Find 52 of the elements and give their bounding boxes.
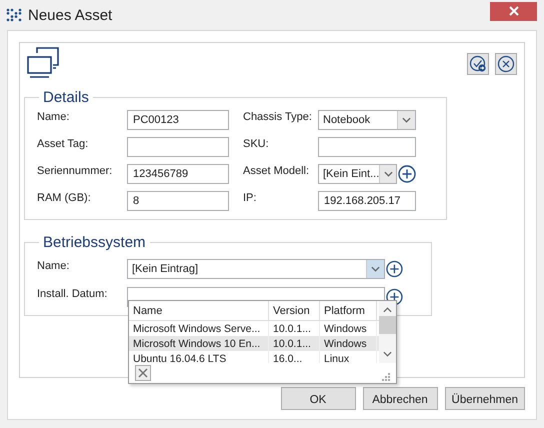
text-field[interactable]: [127, 137, 229, 157]
field-label: RAM (GB):: [37, 191, 92, 204]
field-label: Asset Tag:: [37, 137, 90, 150]
column-header[interactable]: Name: [129, 301, 269, 320]
dropdown-field[interactable]: Notebook: [318, 110, 416, 130]
monitors-icon: [27, 47, 59, 79]
chevron-down-icon[interactable]: [371, 266, 380, 272]
close-icon[interactable]: [508, 6, 518, 16]
list-row[interactable]: Microsoft Windows 10 En... 10.0.1... Windows: [129, 336, 379, 351]
text-field[interactable]: 123456789: [127, 164, 229, 184]
dropdown-field[interactable]: [Kein Eintrag]: [127, 259, 386, 279]
dropdown-field[interactable]: [Kein Eint...: [318, 164, 397, 184]
column-header[interactable]: Version: [269, 301, 320, 320]
table-cell: Linux: [320, 351, 377, 363]
text-field[interactable]: 8: [127, 191, 229, 211]
field-label: IP:: [243, 191, 258, 204]
group-title: Betriebssystem: [42, 234, 147, 251]
field-label: Install. Datum:: [37, 287, 108, 300]
chevron-down-icon[interactable]: [384, 171, 393, 177]
add-icon[interactable]: [386, 260, 403, 278]
scroll-down-icon[interactable]: [383, 351, 392, 357]
column-header[interactable]: Platform: [320, 301, 377, 320]
table-cell: 10.0.1...: [269, 336, 320, 351]
field-label: Name:: [37, 259, 70, 272]
scroll-up-icon[interactable]: [383, 307, 392, 313]
text-field[interactable]: PC00123: [127, 110, 229, 130]
chevron-down-icon[interactable]: [402, 117, 411, 123]
dropdown-toggle-icon[interactable]: [366, 260, 384, 278]
text-field[interactable]: 192.168.205.17: [318, 191, 416, 211]
field-label: Name:: [37, 110, 70, 123]
clear-button[interactable]: [135, 365, 151, 381]
field-label: Chassis Type:: [243, 110, 313, 123]
text-field[interactable]: [318, 137, 416, 157]
cancel-button[interactable]: [495, 53, 517, 75]
add-icon[interactable]: [398, 165, 416, 183]
table-cell: Windows: [320, 336, 377, 351]
clear-icon[interactable]: [138, 368, 148, 378]
table-cell: 16.0...: [269, 351, 320, 363]
app-logo-icon: [6, 8, 22, 22]
save-button[interactable]: [467, 53, 489, 75]
resize-grip-icon[interactable]: [382, 373, 390, 381]
window-title: Neues Asset: [28, 6, 112, 24]
dialog-button[interactable]: Abbrechen: [362, 387, 438, 410]
dialog-button[interactable]: Übernehmen: [444, 387, 525, 410]
dialog-button[interactable]: OK: [280, 387, 356, 410]
field-label: Asset Modell:: [243, 164, 310, 177]
table-cell: Microsoft Windows 10 En...: [129, 336, 269, 351]
close-button[interactable]: [490, 2, 537, 20]
field-label: SKU:: [243, 137, 270, 150]
group-title: Details: [42, 89, 90, 106]
field-label: Seriennummer:: [37, 164, 114, 177]
scrollbar[interactable]: [379, 301, 396, 363]
